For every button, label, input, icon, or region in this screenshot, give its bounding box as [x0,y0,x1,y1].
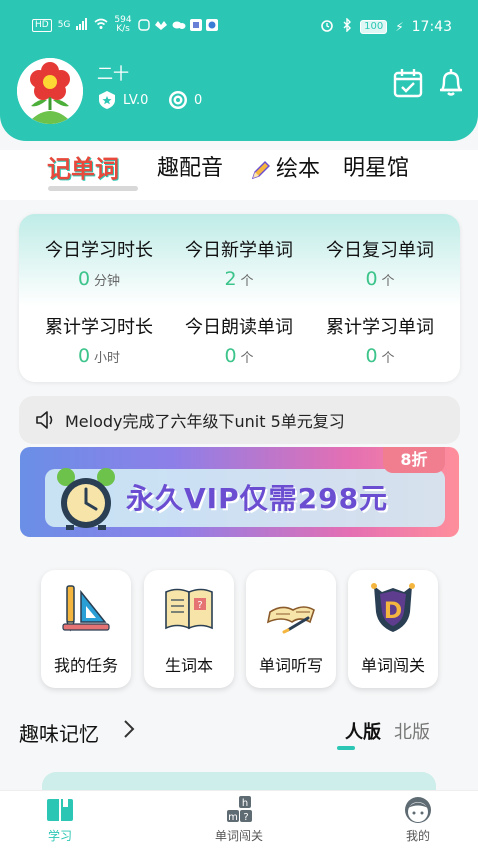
svg-text:?: ? [243,812,248,823]
word-challenge-button[interactable]: D 单词闯关 [348,570,438,688]
stat-unit: 个 [240,274,254,289]
level-shield-icon [99,91,115,109]
edition-pep[interactable]: 人版 [345,718,381,744]
wifi-icon [94,18,108,33]
stat-unit: 小时 [94,351,121,366]
nav-label: 我的 [405,829,430,843]
stat-today-new-words: 今日新学单词 2个 [169,236,309,290]
stat-label: 今日学习时长 [45,240,153,261]
stat-today-read-words: 今日朗读单词 0个 [169,313,309,367]
pencil-icon [251,161,270,180]
app-notification-icons [137,19,218,31]
network-speed: 594 K/s [114,15,132,34]
username: 二十 [97,64,130,83]
shortcut-label: 生词本 [164,656,213,675]
book-icon: ? [165,588,213,630]
stat-unit: 个 [381,274,395,289]
signal-label: 5G [57,20,71,30]
shortcut-label: 单词听写 [258,656,323,675]
avatar[interactable] [17,58,83,124]
speaker-icon [36,411,53,429]
stat-label: 累计学习时长 [45,317,153,338]
level-text: LV.0 [123,92,149,108]
stat-unit: 分钟 [94,274,121,289]
nav-label: 单词闯关 [214,829,263,843]
fun-memory-title[interactable]: 趣味记忆 [19,718,99,747]
coin-value: 0 [194,92,203,108]
notice-text: Melody完成了六年级下unit 5单元复习 [65,412,345,431]
alarm-icon [320,18,334,36]
stat-value: 0 [365,345,378,367]
edition-beijing[interactable]: 北版 [394,718,430,744]
my-tasks-button[interactable]: 我的任务 [41,570,131,688]
checkin-calendar-button[interactable] [393,67,423,99]
stat-value: 0 [77,345,91,367]
bluetooth-icon [342,17,352,36]
stat-value: 2 [224,268,237,290]
stat-label: 今日复习单词 [326,240,434,261]
nav-label: 学习 [47,829,72,843]
stat-value: 0 [77,268,91,290]
alarm-clock-icon [57,468,115,530]
svg-text:D: D [384,599,402,624]
stat-unit: 个 [240,351,254,366]
open-book-pen-icon [266,606,315,634]
svg-text:h: h [242,798,248,809]
dictation-button[interactable]: 单词听写 [246,570,336,688]
flower-avatar-icon [17,58,83,124]
study-stats-card: 今日学习时长 0 分钟 今日新学单词 2个 今日复习单词 0个 累计学习时长 0小… [19,214,460,382]
discount-badge: 8折 [383,447,445,473]
shield-d-icon: D [371,583,415,632]
bottom-nav: 学习 h m ? 单词闯关 我的 [0,790,478,850]
stat-unit: 个 [381,351,395,366]
vocab-notebook-button[interactable]: ? 生词本 [144,570,234,688]
ruler-pencil-icon [62,585,110,632]
calendar-check-icon [393,69,423,98]
tab-vocabulary[interactable]: 记单词 [47,150,119,190]
stat-label: 累计学习单词 [326,317,434,338]
tab-star-hall[interactable]: 明星馆 [343,150,409,190]
fun-memory-card[interactable] [42,772,436,792]
header: HD 5G 594 K/s 100 ⚡ 17:43 二十 LV.0 0 [0,0,478,141]
tab-picture-book-label: 绘本 [276,157,321,182]
stat-today-review-words: 今日复习单词 0个 [310,236,450,290]
study-book-icon [47,799,73,821]
nav-study[interactable]: 学习 [15,795,105,844]
stat-total-words: 累计学习单词 0个 [310,313,450,367]
vip-promo-banner[interactable]: 永久VIP仅需298元 8折 [20,447,459,537]
svg-text:m: m [228,812,238,823]
coin-icon [169,91,187,109]
svg-text:?: ? [197,600,202,611]
charging-icon: ⚡ [395,20,404,34]
status-bar: HD 5G 594 K/s 100 ⚡ 17:43 [0,0,478,44]
bell-icon [440,69,462,96]
top-tabs: 记单词 趣配音 绘本 明星馆 [0,150,478,200]
nav-me[interactable]: 我的 [373,795,463,844]
stat-today-study-time: 今日学习时长 0 分钟 [29,236,169,290]
shortcut-label: 单词闯关 [360,656,425,675]
user-face-icon [405,797,431,823]
level-badge: LV.0 [97,90,148,110]
letter-blocks-icon: h m ? [227,796,252,823]
activity-notice[interactable]: Melody完成了六年级下unit 5单元复习 [19,396,460,444]
stat-value: 0 [365,268,378,290]
tab-dubbing[interactable]: 趣配音 [157,150,223,190]
battery-level: 100 [360,20,388,34]
edition-indicator [337,746,355,750]
stat-label: 今日朗读单词 [185,317,293,338]
signal-icon [76,17,88,33]
hd-indicator: HD [32,18,52,32]
banner-text: 永久VIP仅需298元 [126,482,389,515]
shortcut-label: 我的任务 [53,656,118,675]
stat-total-study-time: 累计学习时长 0 小时 [29,313,169,367]
notification-bell-button[interactable] [435,66,467,98]
stat-label: 今日新学单词 [185,240,293,261]
nav-word-challenge[interactable]: h m ? 单词闯关 [194,795,284,844]
chevron-right-icon[interactable] [122,718,136,746]
stat-value: 0 [224,345,237,367]
clock-time: 17:43 [411,19,452,35]
tab-picture-book[interactable]: 绘本 [250,150,320,190]
coin-count: 0 [168,90,202,110]
